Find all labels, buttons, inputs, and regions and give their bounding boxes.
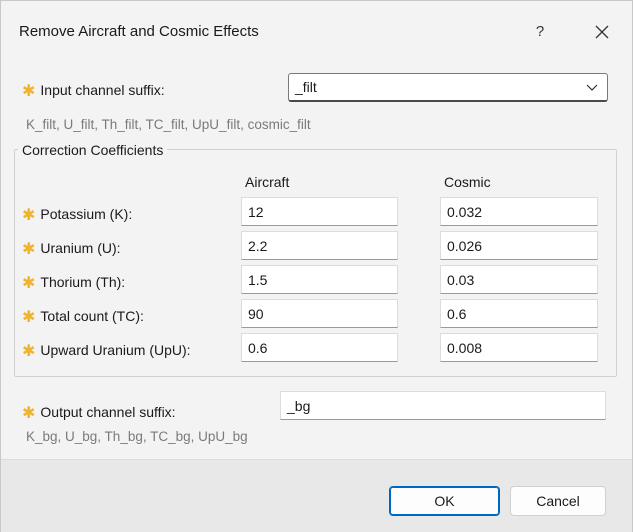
uranium-cosmic-input[interactable]: 0.026 <box>440 231 598 260</box>
window-title: Remove Aircraft and Cosmic Effects <box>19 23 259 40</box>
ok-button[interactable]: OK <box>389 486 500 516</box>
input-suffix-combobox[interactable]: _filt <box>288 73 608 102</box>
potassium-cosmic-input[interactable]: 0.032 <box>440 197 598 226</box>
required-star-icon: ✱ <box>22 343 36 360</box>
input-suffix-label: ✱ Input channel suffix: <box>22 82 165 100</box>
required-star-icon: ✱ <box>22 207 36 224</box>
input-suffix-value: _filt <box>295 79 317 95</box>
required-star-icon: ✱ <box>22 405 36 422</box>
title-bar: Remove Aircraft and Cosmic Effects ? <box>1 1 632 61</box>
thorium-aircraft-input[interactable]: 1.5 <box>241 265 398 294</box>
aircraft-column-header: Aircraft <box>245 174 290 190</box>
total-count-aircraft-input[interactable]: 90 <box>241 299 398 328</box>
output-suffix-input[interactable]: _bg <box>280 391 606 420</box>
upward-uranium-cosmic-input[interactable]: 0.008 <box>440 333 598 362</box>
help-icon: ? <box>535 23 545 40</box>
thorium-label: ✱ Thorium (Th): <box>22 274 126 292</box>
required-star-icon: ✱ <box>22 275 36 292</box>
dialog-footer: OK Cancel <box>1 459 632 532</box>
required-star-icon: ✱ <box>22 241 36 258</box>
help-button[interactable]: ? <box>525 17 555 47</box>
chevron-down-icon[interactable] <box>585 80 599 94</box>
total-count-cosmic-input[interactable]: 0.6 <box>440 299 598 328</box>
uranium-aircraft-input[interactable]: 2.2 <box>241 231 398 260</box>
total-count-label: ✱ Total count (TC): <box>22 308 144 326</box>
cosmic-column-header: Cosmic <box>444 174 491 190</box>
potassium-aircraft-input[interactable]: 12 <box>241 197 398 226</box>
thorium-cosmic-input[interactable]: 0.03 <box>440 265 598 294</box>
coefficients-group-title: Correction Coefficients <box>18 142 168 158</box>
output-suffix-hint: K_bg, U_bg, Th_bg, TC_bg, UpU_bg <box>26 429 248 444</box>
upward-uranium-label: ✱ Upward Uranium (UpU): <box>22 342 191 360</box>
output-suffix-label: ✱ Output channel suffix: <box>22 404 176 422</box>
upward-uranium-aircraft-input[interactable]: 0.6 <box>241 333 398 362</box>
close-button[interactable] <box>587 17 617 47</box>
uranium-label: ✱ Uranium (U): <box>22 240 121 258</box>
dialog-window: Remove Aircraft and Cosmic Effects ? ✱ In… <box>0 0 633 532</box>
cancel-button[interactable]: Cancel <box>510 486 606 516</box>
required-star-icon: ✱ <box>22 309 36 326</box>
required-star-icon: ✱ <box>22 83 36 100</box>
close-icon <box>595 25 609 39</box>
input-suffix-hint: K_filt, U_filt, Th_filt, TC_filt, UpU_fi… <box>26 117 311 132</box>
potassium-label: ✱ Potassium (K): <box>22 206 133 224</box>
